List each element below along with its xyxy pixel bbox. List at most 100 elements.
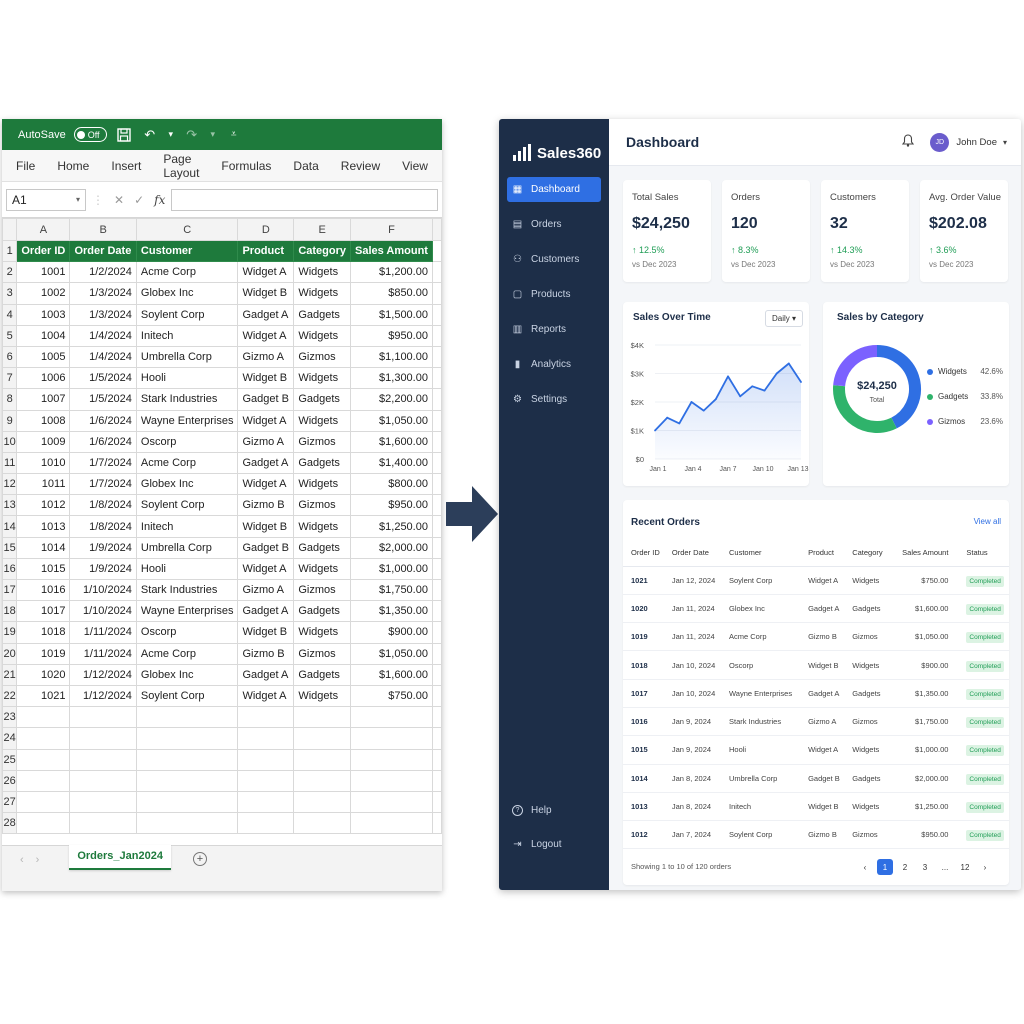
sheet-tab[interactable]: Orders_Jan2024 (69, 845, 171, 870)
sidebar-item-dashboard[interactable]: ▦ Dashboard (507, 177, 601, 202)
cell[interactable]: Acme Corp (135, 261, 239, 284)
sidebar-item-customers[interactable]: ⚇ Customers (507, 247, 601, 272)
cell[interactable]: 1020 (16, 663, 71, 686)
chevron-left-icon[interactable]: ‹ (857, 859, 873, 875)
chevron-down-icon[interactable]: ▾ (1003, 138, 1007, 147)
cell[interactable]: Gizmos (293, 578, 352, 602)
cell[interactable]: Soylent Corp (135, 494, 239, 517)
row-number[interactable]: 3 (2, 282, 18, 305)
formula-input[interactable] (171, 188, 438, 211)
column-header[interactable]: C (135, 218, 239, 241)
cell[interactable]: 1018 (16, 621, 71, 644)
cell[interactable] (293, 790, 352, 814)
cell[interactable]: 1019 (16, 642, 71, 665)
cell[interactable]: Gadgets (293, 451, 352, 475)
cell[interactable]: Gizmos (293, 430, 352, 453)
cell[interactable]: 1/3/2024 (69, 282, 137, 305)
cell[interactable] (431, 494, 442, 517)
cell[interactable]: Gizmos (293, 494, 352, 517)
cell[interactable] (431, 769, 442, 792)
sidebar-item-logout[interactable]: ⇥ Logout (507, 832, 601, 857)
row-number[interactable]: 21 (2, 663, 18, 686)
cell[interactable] (135, 727, 239, 750)
cell[interactable]: Acme Corp (135, 451, 239, 475)
cell[interactable] (431, 536, 442, 559)
cell[interactable] (431, 600, 442, 623)
header-cell[interactable]: Product (237, 239, 295, 263)
cell[interactable]: Globex Inc (135, 663, 239, 686)
cell[interactable] (350, 769, 433, 792)
cell[interactable]: Widget B (237, 367, 295, 390)
cell[interactable]: Wayne Enterprises (135, 600, 239, 623)
header-cell[interactable]: Order ID (16, 239, 71, 263)
user-name[interactable]: John Doe (956, 137, 997, 148)
ribbon-tab-home[interactable]: Home (57, 159, 89, 173)
row-number[interactable]: 4 (2, 303, 18, 326)
row-number[interactable]: 26 (2, 769, 18, 792)
cell[interactable]: Gadgets (293, 303, 352, 326)
row-number[interactable]: 19 (2, 621, 18, 644)
cell[interactable] (69, 812, 137, 835)
cell[interactable]: Hooli (135, 367, 239, 390)
cell[interactable]: Gizmo A (237, 430, 295, 453)
cell[interactable] (16, 790, 71, 814)
row-number[interactable]: 17 (2, 578, 18, 602)
cell[interactable] (431, 748, 442, 771)
cell[interactable]: Widgets (293, 557, 352, 581)
sheet-prev-icon[interactable]: ‹ (20, 854, 24, 866)
column-header[interactable] (431, 218, 442, 241)
cell[interactable] (431, 324, 442, 347)
undo-icon[interactable]: ↶ (141, 126, 159, 144)
cell[interactable]: Gizmos (293, 345, 352, 369)
cell[interactable]: Widgets (293, 473, 352, 496)
cell[interactable]: Gadget A (237, 451, 295, 475)
cell[interactable] (16, 769, 71, 792)
row-number[interactable]: 20 (2, 642, 18, 665)
column-header[interactable]: D (237, 218, 295, 241)
avatar[interactable]: JD (930, 132, 950, 152)
cell[interactable]: Gadgets (293, 388, 352, 411)
cell[interactable]: Widgets (293, 621, 352, 644)
table-row[interactable]: 1021 Jan 12, 2024 Soylent Corp Widget A Widg… (623, 566, 1009, 595)
chevron-right-icon[interactable]: › (977, 859, 993, 875)
enter-check-icon[interactable]: ✓ (134, 193, 144, 207)
cell[interactable] (69, 727, 137, 750)
cell[interactable] (431, 473, 442, 496)
cell[interactable]: Widget A (237, 324, 295, 347)
cell[interactable]: 1/9/2024 (69, 557, 137, 581)
cell[interactable] (16, 812, 71, 835)
select-all-corner[interactable] (2, 218, 18, 241)
page-button[interactable]: 1 (877, 859, 893, 875)
sidebar-item-products[interactable]: ▢ Products (507, 282, 601, 307)
customize-toolbar-icon[interactable]: ⩡ (225, 126, 243, 144)
ribbon-tab-data[interactable]: Data (293, 159, 318, 173)
row-number[interactable]: 6 (2, 345, 18, 369)
table-row[interactable]: 1019 Jan 11, 2024 Acme Corp Gizmo B Gizmos $1… (623, 622, 1009, 652)
cell[interactable]: Gadget A (237, 303, 295, 326)
cell[interactable]: $1,250.00 (350, 515, 433, 538)
cell[interactable]: 1/12/2024 (69, 663, 137, 686)
cell[interactable]: Gizmo A (237, 345, 295, 369)
cell[interactable]: 1005 (16, 345, 71, 369)
cell[interactable]: Widget A (237, 261, 295, 284)
cell[interactable]: $1,100.00 (350, 345, 433, 369)
cell[interactable] (431, 388, 442, 411)
sidebar-item-analytics[interactable]: ▮ Analytics (507, 352, 601, 377)
cell[interactable] (293, 748, 352, 771)
view-all-link[interactable]: View all (974, 517, 1001, 526)
cell[interactable] (237, 727, 295, 750)
autosave-toggle[interactable]: Off (73, 127, 107, 142)
cell[interactable]: Gadget A (237, 663, 295, 686)
cell[interactable] (135, 790, 239, 814)
cell[interactable] (16, 706, 71, 729)
cell[interactable] (69, 706, 137, 729)
cell[interactable] (431, 515, 442, 538)
row-number[interactable]: 10 (2, 430, 18, 453)
cell[interactable] (431, 642, 442, 665)
cell[interactable]: Gizmos (293, 642, 352, 665)
table-row[interactable]: 1015 Jan 9, 2024 Hooli Widget A Widgets $1,00… (623, 735, 1009, 765)
row-number[interactable]: 2 (2, 261, 18, 284)
cell[interactable]: $1,600.00 (350, 663, 433, 686)
sheet-next-icon[interactable]: › (36, 854, 40, 866)
header-cell[interactable]: Order Date (69, 239, 137, 263)
